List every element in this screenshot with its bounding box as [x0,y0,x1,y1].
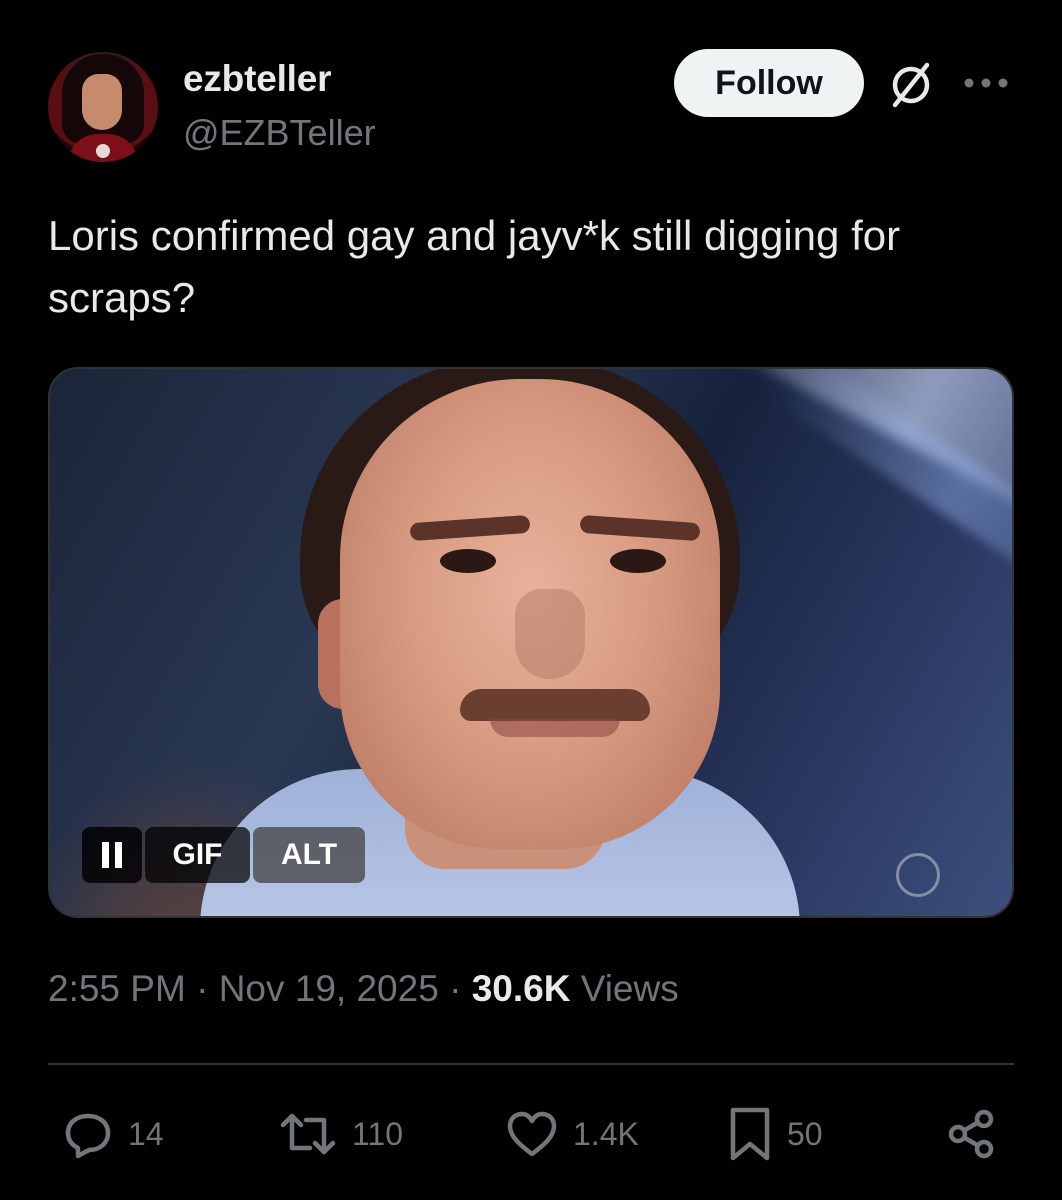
tweet-time[interactable]: 2:55 PM [48,968,186,1009]
retweet-count: 110 [352,1115,404,1152]
reply-icon [65,1113,111,1159]
tweet-date[interactable]: Nov 19, 2025 [219,968,439,1009]
heart-icon [507,1111,557,1157]
reply-count: 14 [128,1115,164,1152]
bookmark-count: 50 [787,1115,823,1152]
retweet-icon [280,1113,336,1155]
pause-icon-bar [115,842,122,868]
author-handle[interactable]: @EZBTeller [183,112,376,154]
author-display-name[interactable]: ezbteller [183,58,332,100]
alt-text-button[interactable]: ALT [253,827,365,883]
person-nose [515,589,585,679]
tweet: ezbteller @EZBTeller Follow Loris confir… [0,0,1062,1200]
avatar-face [82,74,122,130]
grok-icon[interactable] [884,58,938,112]
person-eye [610,549,666,573]
follow-button[interactable]: Follow [674,49,864,117]
tweet-text: Loris confirmed gay and jayv*k still dig… [48,212,901,321]
pause-button[interactable] [82,827,142,883]
meta-separator: · [196,968,209,1009]
gif-badge: GIF [145,827,250,883]
more-options-icon[interactable] [960,68,1012,98]
bookmark-button[interactable]: 50 [727,1104,823,1164]
pause-icon [102,842,109,868]
avatar-gem [96,144,110,158]
tweet-meta: 2:55 PM · Nov 19, 2025 · 30.6K Views [48,968,679,1010]
person-mustache [460,689,650,721]
like-button[interactable]: 1.4K [505,1104,639,1164]
divider [48,1063,1014,1065]
meta-separator: · [449,968,462,1009]
share-button[interactable] [944,1104,998,1164]
views-label: Views [580,968,679,1009]
like-count: 1.4K [573,1115,639,1152]
person-mouth [490,719,620,737]
bookmark-icon [730,1107,770,1161]
tv-watermark-icon [896,853,940,897]
share-icon [948,1109,994,1159]
retweet-button[interactable]: 110 [278,1104,403,1164]
avatar[interactable] [48,52,158,162]
views-count: 30.6K [471,968,571,1009]
reply-button[interactable]: 14 [62,1104,164,1164]
person-eye [440,549,496,573]
